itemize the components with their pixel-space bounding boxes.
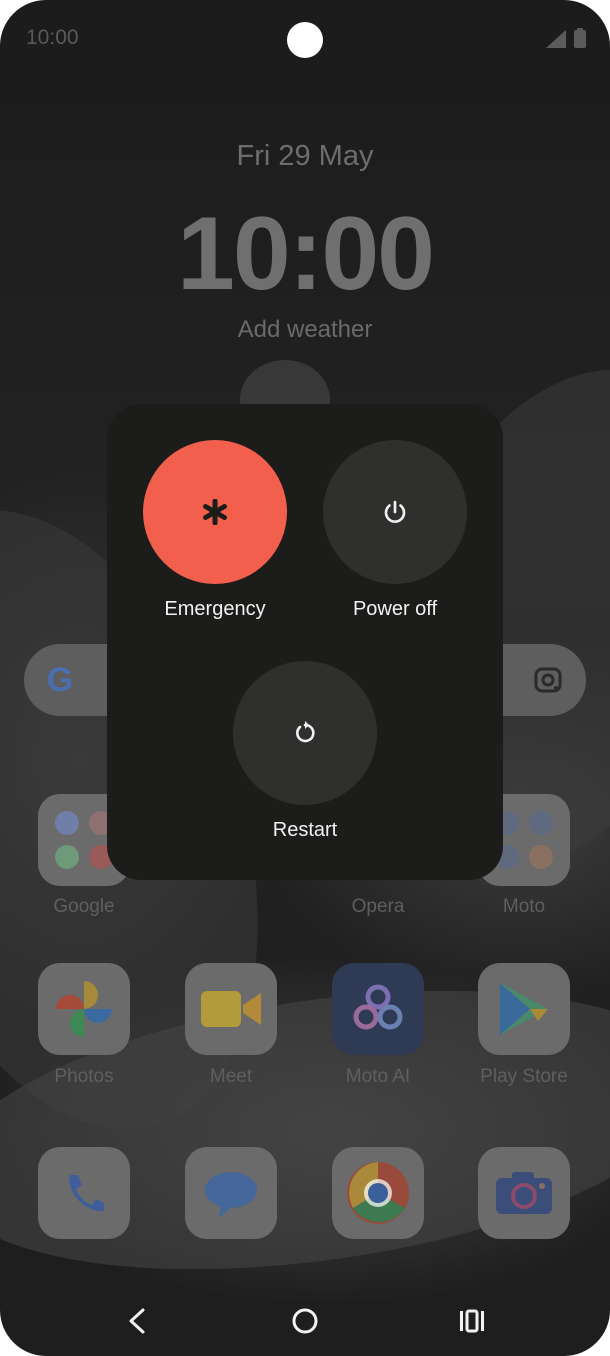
- navigation-bar: [0, 1296, 610, 1346]
- power-menu-dialog: Emergency Power off Restart: [107, 404, 503, 880]
- app-label: Moto: [502, 896, 546, 917]
- lens-icon[interactable]: [522, 658, 574, 702]
- messages-icon[interactable]: [185, 1147, 277, 1239]
- app-label: Play Store: [480, 1066, 568, 1087]
- signal-icon: [546, 30, 566, 48]
- app-label: Moto AI: [345, 1066, 411, 1087]
- battery-icon: [574, 28, 586, 48]
- app-label: Meet: [209, 1066, 253, 1087]
- emergency-button[interactable]: [143, 440, 287, 584]
- moto-ai-icon[interactable]: [332, 963, 424, 1055]
- chrome-icon[interactable]: [332, 1147, 424, 1239]
- asterisk-icon: [203, 499, 227, 525]
- status-icons: [546, 28, 586, 48]
- meet-icon[interactable]: [185, 963, 277, 1055]
- add-weather-link[interactable]: Add weather: [0, 316, 610, 344]
- power-icon: [384, 500, 406, 523]
- restart-icon: [296, 721, 315, 743]
- app-label: Photos: [54, 1066, 114, 1087]
- back-icon[interactable]: [112, 1296, 162, 1346]
- restart-button[interactable]: [233, 661, 377, 805]
- home-icon[interactable]: [280, 1296, 330, 1346]
- camera-icon[interactable]: [478, 1147, 570, 1239]
- phone-screen: 10:00 Fri 29 May 10:00 Add weather G Goo…: [0, 0, 610, 1356]
- restart-label: Restart: [272, 819, 338, 841]
- front-camera: [287, 22, 323, 58]
- phone-icon[interactable]: [38, 1147, 130, 1239]
- google-logo-icon[interactable]: G: [36, 656, 84, 704]
- status-time: 10:00: [26, 26, 79, 49]
- power-off-button[interactable]: [323, 440, 467, 584]
- photos-icon[interactable]: [38, 963, 130, 1055]
- emergency-label: Emergency: [164, 598, 266, 620]
- lock-clock: 10:00: [177, 196, 435, 312]
- lock-date: Fri 29 May: [236, 140, 374, 172]
- app-label: Opera: [351, 896, 405, 917]
- play-store-icon[interactable]: [478, 963, 570, 1055]
- app-label: Google: [53, 896, 115, 917]
- power-off-label: Power off: [352, 598, 438, 620]
- recents-icon[interactable]: [447, 1296, 497, 1346]
